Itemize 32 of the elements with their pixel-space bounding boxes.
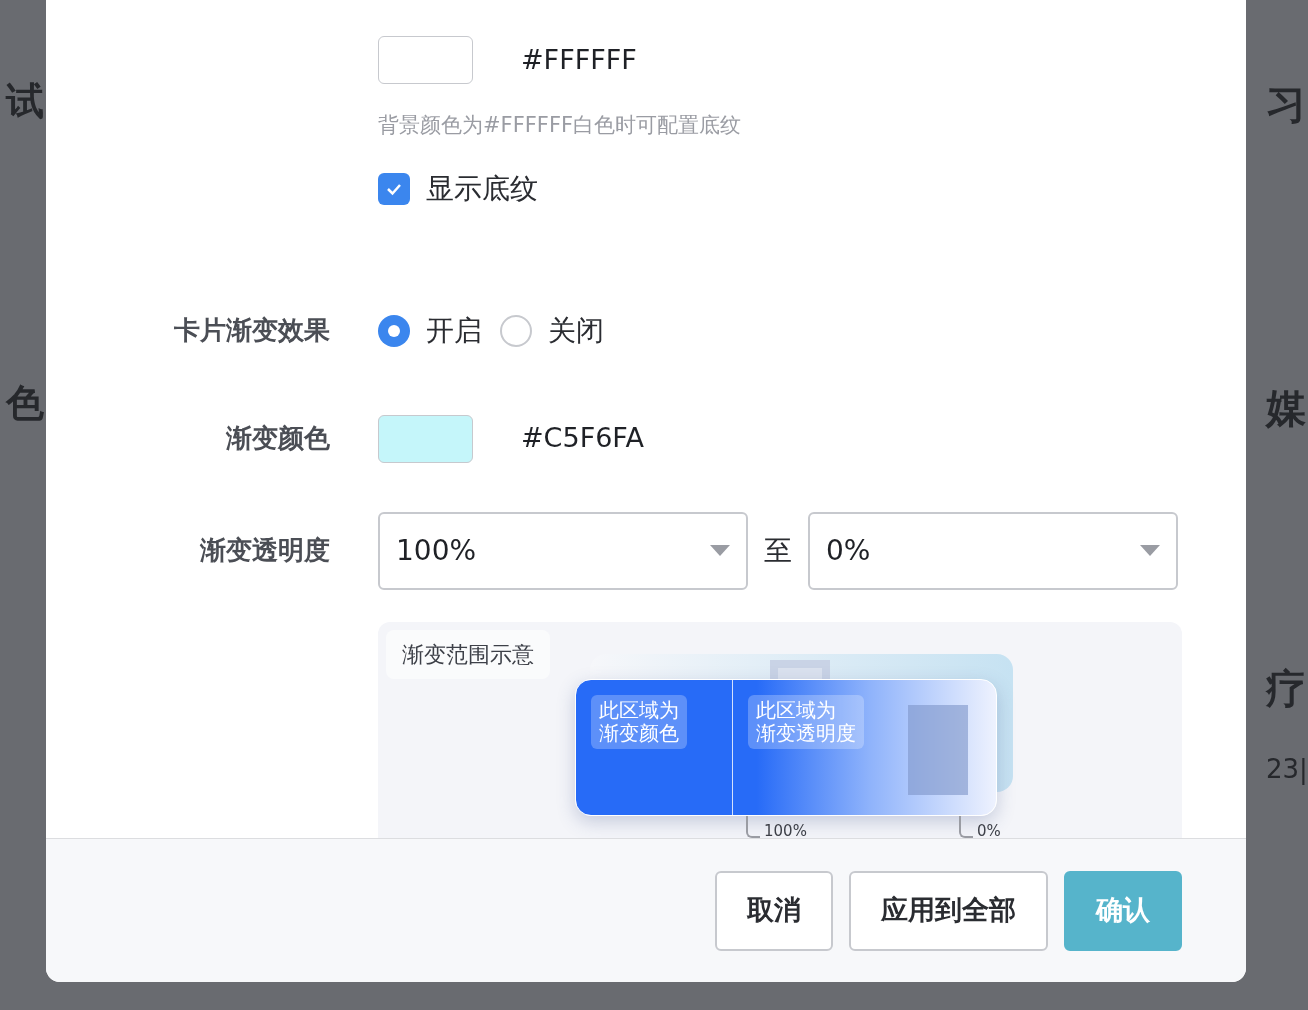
background-text: 试 xyxy=(6,78,44,124)
checkbox-label: 显示底纹 xyxy=(426,170,538,207)
background-text: 疗 xyxy=(1266,664,1306,713)
area-label: 此区域为 渐变颜色 xyxy=(591,694,687,749)
caret-icon xyxy=(710,544,730,557)
field-label: 卡片渐变效果 xyxy=(174,315,330,345)
background-text: 媒 xyxy=(1266,384,1306,433)
color-value: #FFFFFF xyxy=(521,42,637,77)
preview-title: 渐变范围示意 xyxy=(386,629,550,679)
color-value: #C5F6FA xyxy=(521,421,644,456)
color-swatch[interactable] xyxy=(378,414,473,463)
select-field[interactable]: 0% xyxy=(808,511,1178,590)
checkbox[interactable] xyxy=(378,172,410,205)
background-text: 色 xyxy=(6,380,44,426)
caret-icon xyxy=(1140,544,1160,557)
radio-label: 关闭 xyxy=(548,312,604,349)
radio-label: 开启 xyxy=(426,312,482,349)
select-field[interactable]: 100% xyxy=(378,511,748,590)
hint-text: 背景颜色为#FFFFFF白色时可配置底纹 xyxy=(378,112,742,139)
field-label: 渐变透明度 xyxy=(200,535,330,565)
scale-label: 0% xyxy=(977,821,1001,838)
dialog-button[interactable]: 应用到全部 xyxy=(849,870,1048,951)
separator-text: 至 xyxy=(763,532,793,569)
color-swatch[interactable] xyxy=(378,36,473,84)
area-label: 此区域为 渐变透明度 xyxy=(748,694,864,749)
background-text: 23| xyxy=(1266,753,1308,787)
radio-button[interactable] xyxy=(378,314,410,347)
dialog-button[interactable]: 取消 xyxy=(715,870,833,951)
scale-label: 100% xyxy=(764,821,807,838)
radio-button[interactable] xyxy=(500,314,532,347)
background-text: 习 xyxy=(1266,80,1306,129)
field-label: 渐变颜色 xyxy=(226,423,330,453)
